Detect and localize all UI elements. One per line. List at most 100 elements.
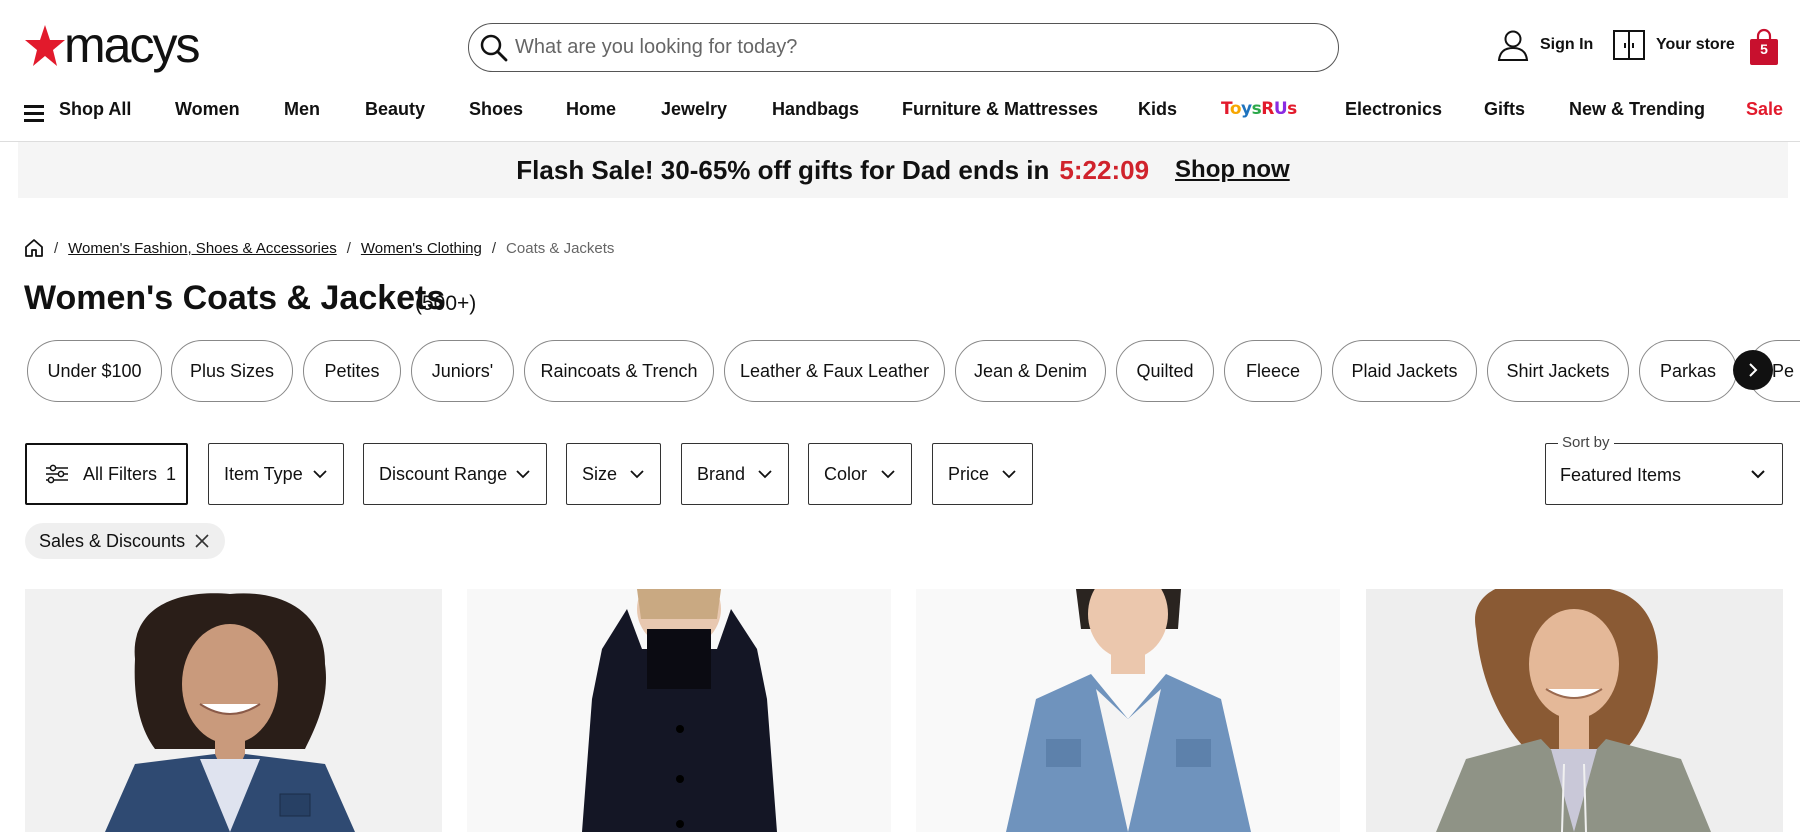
toysrus-letter: y [1241,99,1252,119]
all-filters-count: 1 [166,463,177,484]
chip-petites[interactable]: Petites [303,340,401,402]
applied-filter-chip[interactable]: Sales & Discounts [25,523,226,559]
price-dropdown[interactable]: Price [932,443,1033,505]
site-header: macys Sign In Your store 5 [0,0,1800,95]
toysrus-letter: s [1251,99,1262,119]
product-image-denim-jacket[interactable] [25,589,442,832]
chip-quilted[interactable]: Quilted [1116,340,1214,402]
nav-item-sale[interactable]: Sale [1746,99,1783,120]
shopping-bag-button[interactable]: 5 [1748,28,1780,66]
chip-under-100[interactable]: Under $100 [27,340,162,402]
size-dropdown[interactable]: Size [566,443,661,505]
applied-filter-label: Sales & Discounts [39,530,186,551]
sort-by-dropdown[interactable]: Sort by Featured Items [1545,434,1783,505]
chevron-down-icon [630,470,644,479]
breadcrumb-separator: / [54,239,59,257]
nav-item-beauty[interactable]: Beauty [365,99,425,120]
search-input[interactable] [515,36,1295,59]
brand-label: Brand [697,463,746,484]
nav-item-new-trending[interactable]: New & Trending [1569,99,1705,120]
chip-raincoats-trench[interactable]: Raincoats & Trench [524,340,714,402]
close-icon[interactable] [195,534,209,548]
nav-item-furniture[interactable]: Furniture & Mattresses [902,99,1098,120]
nav-item-women[interactable]: Women [175,99,240,120]
breadcrumb-link-womens-fashion[interactable]: Women's Fashion, Shoes & Accessories [68,240,337,257]
item-type-label: Item Type [224,463,303,484]
sign-in-label: Sign In [1540,36,1594,53]
product-image-black-coat[interactable] [467,589,891,832]
breadcrumb-separator: / [346,239,351,257]
nav-shop-all[interactable]: Shop All [24,99,132,122]
result-count: (500+) [415,292,477,315]
chip-leather-faux-leather[interactable]: Leather & Faux Leather [724,340,945,402]
chevron-down-icon [516,470,530,479]
toysrus-letter: R [1261,99,1274,119]
product-image-light-denim-jacket[interactable] [916,589,1340,832]
discount-range-dropdown[interactable]: Discount Range [363,443,547,505]
sign-in-button[interactable]: Sign In [1496,28,1593,62]
chip-fleece[interactable]: Fleece [1224,340,1322,402]
breadcrumb-separator: / [491,239,497,257]
macys-logo[interactable]: macys [24,17,200,73]
product-photo [105,593,355,832]
your-store-button[interactable]: Your store [1612,28,1735,62]
toysrus-logo[interactable]: ToysRUs [1221,99,1297,119]
home-icon[interactable] [24,238,44,258]
breadcrumb: / Women's Fashion, Shoes & Accessories /… [24,238,614,258]
menu-icon [24,105,44,122]
logo-text: macys [64,17,200,73]
category-chips: Under $100 Plus Sizes Petites Juniors' R… [27,340,1800,402]
product-photo [1436,589,1711,832]
price-label: Price [948,463,990,484]
page-title: Women's Coats & Jackets [24,279,446,317]
nav-item-gifts[interactable]: Gifts [1484,99,1525,120]
nav-item-jewelry[interactable]: Jewelry [661,99,727,120]
chip-parkas[interactable]: Parkas [1639,340,1737,402]
breadcrumb-link-womens-clothing[interactable]: Women's Clothing [361,240,482,257]
chip-juniors[interactable]: Juniors' [411,340,514,402]
sort-by-value: Featured Items [1560,465,1682,485]
store-icon [1613,30,1645,60]
brand-dropdown[interactable]: Brand [681,443,789,505]
star-logo-icon [25,25,65,66]
discount-range-label: Discount Range [379,463,508,484]
nav-item-kids[interactable]: Kids [1138,99,1177,120]
product-photo [1006,589,1251,832]
toysrus-letter: T [1221,99,1230,119]
item-type-dropdown[interactable]: Item Type [208,443,344,505]
nav-item-electronics[interactable]: Electronics [1345,99,1442,120]
all-filters-button[interactable]: All Filters 1 [25,443,188,505]
flash-sale-banner: Flash Sale! 30-65% off gifts for Dad end… [18,142,1788,198]
countdown-timer: 5:22:09 [1059,154,1150,185]
chip-jean-denim[interactable]: Jean & Denim [955,340,1106,402]
nav-shop-all-label: Shop All [59,99,132,119]
nav-item-shoes[interactable]: Shoes [469,99,523,120]
toysrus-letter: U [1273,99,1288,119]
product-image-olive-jacket[interactable] [1366,589,1783,832]
chip-shirt-jackets[interactable]: Shirt Jackets [1487,340,1629,402]
bag-count-badge: 5 [1760,41,1768,57]
search-bar[interactable] [468,23,1339,72]
search-icon[interactable] [479,33,509,63]
nav-item-men[interactable]: Men [284,99,320,120]
shop-now-link[interactable]: Shop now [1175,156,1290,184]
size-label: Size [582,463,618,484]
sort-by-label: Sort by [1558,434,1614,451]
your-store-label: Your store [1656,36,1735,53]
color-dropdown[interactable]: Color [808,443,912,505]
banner-text: Flash Sale! 30-65% off gifts for Dad end… [516,154,1050,185]
chevron-down-icon [1002,470,1016,479]
chip-plaid-jackets[interactable]: Plaid Jackets [1332,340,1477,402]
filter-sliders-icon [46,464,68,484]
chevron-down-icon [881,470,895,479]
nav-item-handbags[interactable]: Handbags [772,99,859,120]
chip-plus-sizes[interactable]: Plus Sizes [171,340,293,402]
chevron-down-icon [313,470,327,479]
color-label: Color [824,463,868,484]
chips-next-button[interactable] [1733,350,1773,390]
user-icon [1497,30,1529,61]
all-filters-label: All Filters [83,463,158,484]
breadcrumb-current: Coats & Jackets [506,239,615,257]
nav-item-home[interactable]: Home [566,99,616,120]
chevron-right-icon [1749,363,1758,377]
